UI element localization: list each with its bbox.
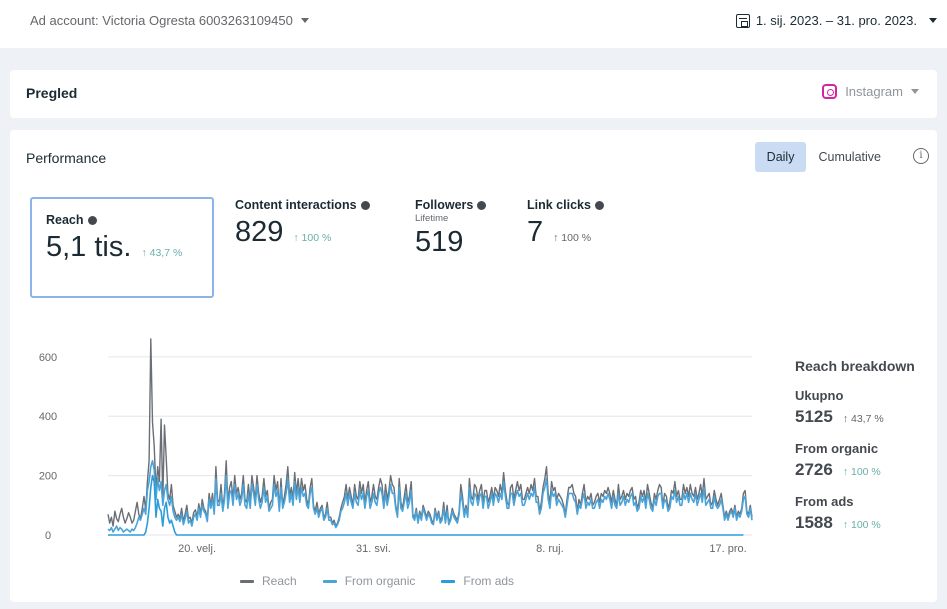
metric-delta: ↑ 100 % (293, 232, 332, 244)
overview-card: Pregled Instagram (10, 70, 937, 118)
breakdown-label: From ads (795, 494, 854, 509)
metric-followers[interactable]: Followers Lifetime 519 (415, 198, 487, 259)
date-range-label: 1. sij. 2023. – 31. pro. 2023. (755, 13, 917, 28)
reach-line-chart: 0 200 400 600 20. velj. 31. svi. 8. ruj. 17. pr… (39, 338, 753, 555)
metric-link-clicks[interactable]: Link clicks 7 ↑ 100 % (527, 198, 604, 249)
metric-sublabel: Lifetime (415, 213, 449, 224)
info-dot-icon[interactable] (594, 200, 604, 210)
metric-label: Followers (415, 198, 474, 212)
x-tick-label: 20. velj. (178, 543, 216, 555)
metric-delta: ↑ 43,7 % (141, 247, 183, 259)
chevron-down-icon (911, 89, 919, 94)
top-bar: Ad account: Victoria Ogresta 60032631094… (0, 0, 947, 48)
info-dot-icon[interactable] (360, 200, 370, 210)
legend-item-organic[interactable]: From organic (322, 574, 416, 588)
view-toggle: Daily Cumulative (754, 142, 893, 172)
date-range-picker[interactable]: 1. sij. 2023. – 31. pro. 2023. (735, 13, 937, 28)
x-tick-label: 17. pro. (709, 543, 746, 555)
ad-account-selector[interactable]: Ad account: Victoria Ogresta 60032631094… (30, 13, 309, 28)
metric-value: 519 (415, 226, 464, 258)
metric-value: 7 (527, 216, 544, 248)
breakdown-value: 1588 (795, 513, 833, 532)
performance-card: Performance Daily Cumulative i Reach 5,1… (10, 130, 937, 602)
metric-label: Reach (46, 213, 84, 227)
cumulative-toggle-button[interactable]: Cumulative (806, 142, 893, 172)
y-tick-label: 0 (45, 530, 51, 542)
series-line-reach (107, 338, 753, 527)
calendar-icon (735, 13, 750, 28)
metric-value: 829 (235, 216, 284, 248)
metric-label: Content interactions (235, 198, 357, 212)
legend-label: Reach (262, 574, 297, 588)
reach-breakdown: Reach breakdown Ukupno 5125 ↑ 43,7 % From… (795, 358, 915, 533)
platform-selector[interactable]: Instagram (822, 84, 919, 99)
metric-delta: ↑ 100 % (553, 232, 592, 244)
metric-reach[interactable]: Reach 5,1 tis. ↑ 43,7 % (30, 197, 214, 298)
breakdown-delta: ↑ 100 % (842, 466, 881, 478)
metric-value: 5,1 tis. (46, 231, 132, 263)
x-tick-label: 8. ruj. (536, 543, 564, 555)
breakdown-title: Reach breakdown (795, 358, 915, 374)
legend-item-reach[interactable]: Reach (240, 574, 297, 588)
legend-label: From ads (463, 574, 515, 588)
breakdown-label: Ukupno (795, 388, 844, 403)
legend-swatch (322, 579, 337, 583)
chart-legend: Reach From organic From ads (240, 574, 514, 588)
chevron-down-icon (300, 18, 309, 23)
breakdown-label: From organic (795, 441, 879, 456)
legend-swatch (441, 579, 456, 583)
ad-account-label: Ad account: Victoria Ogresta 60032631094… (30, 13, 293, 28)
legend-item-ads[interactable]: From ads (441, 574, 514, 588)
reach-chart: 0 200 400 600 20. velj. 31. svi. 8. ruj. 17. pr… (20, 330, 760, 565)
metric-label: Link clicks (527, 198, 591, 212)
chevron-down-icon (929, 18, 937, 23)
legend-label: From organic (344, 574, 416, 588)
performance-title: Performance (26, 150, 107, 166)
overview-title: Pregled (26, 85, 78, 101)
breakdown-value: 5125 (795, 407, 833, 426)
breakdown-delta: ↑ 43,7 % (842, 413, 884, 425)
legend-swatch (240, 579, 254, 583)
y-tick-label: 400 (39, 411, 57, 423)
y-tick-label: 600 (39, 352, 57, 364)
info-dot-icon[interactable] (477, 200, 487, 210)
daily-toggle-button[interactable]: Daily (754, 142, 807, 172)
y-tick-label: 200 (39, 471, 57, 483)
breakdown-value: 2726 (795, 460, 833, 479)
info-dot-icon[interactable] (87, 215, 97, 225)
metric-content-interactions[interactable]: Content interactions 829 ↑ 100 % (235, 198, 370, 249)
breakdown-delta: ↑ 100 % (842, 519, 881, 531)
platform-label: Instagram (845, 84, 903, 99)
info-icon[interactable]: i (913, 148, 929, 164)
x-tick-label: 31. svi. (356, 543, 391, 555)
instagram-icon (822, 84, 838, 99)
